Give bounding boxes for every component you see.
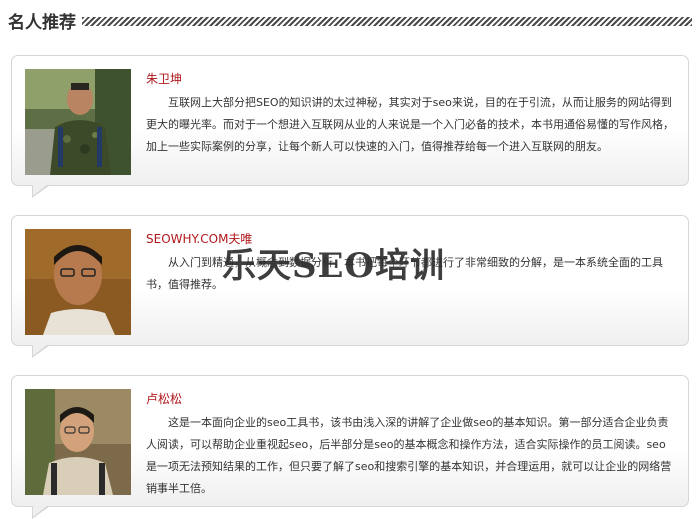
recommendation-card: 朱卫坤 互联网上大部分把SEO的知识讲的太过神秘，其实对于seo来说，目的在于引… bbox=[11, 55, 689, 198]
recommendation-text: 从入门到精通，从概念到数据分析，本书把每个环节都进行了非常细致的分解，是一本系统… bbox=[146, 256, 663, 291]
recommendation-card: 卢松松 这是一本面向企业的seo工具书，该书由浅入深的讲解了企业做seo的基本知… bbox=[11, 375, 689, 519]
recommendation-card: SEOWHY.COM夫唯 从入门到精通，从概念到数据分析，本书把每个环节都进行了… bbox=[11, 215, 689, 358]
person-name: 卢松松 bbox=[146, 392, 183, 406]
speech-bubble-tail bbox=[32, 505, 50, 519]
recommendation-text: 互联网上大部分把SEO的知识讲的太过神秘，其实对于seo来说，目的在于引流，从而… bbox=[146, 96, 674, 153]
speech-bubble-tail bbox=[32, 184, 50, 198]
header-divider bbox=[82, 16, 692, 26]
person-photo bbox=[25, 69, 131, 175]
section-header: 名人推荐 bbox=[8, 6, 692, 34]
person-photo bbox=[25, 389, 131, 495]
recommendation-text: 这是一本面向企业的seo工具书，该书由浅入深的讲解了企业做seo的基本知识。第一… bbox=[146, 416, 672, 495]
person-photo bbox=[25, 229, 131, 335]
section-title: 名人推荐 bbox=[8, 12, 76, 33]
person-name: SEOWHY.COM夫唯 bbox=[146, 232, 253, 246]
speech-bubble-tail bbox=[32, 344, 50, 358]
person-name: 朱卫坤 bbox=[146, 72, 183, 86]
